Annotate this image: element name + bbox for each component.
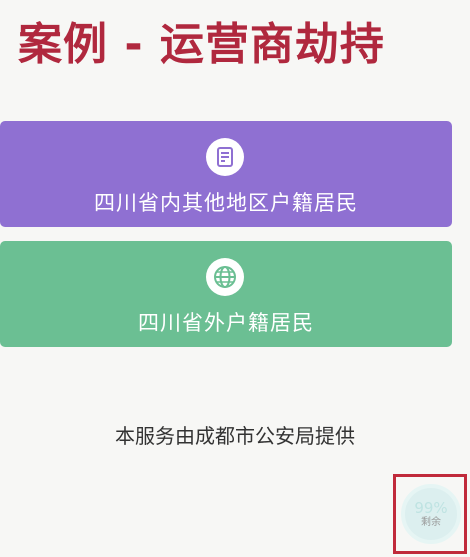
globe-icon — [206, 258, 244, 296]
quota-label: 剩余 — [421, 516, 441, 528]
document-icon — [206, 138, 244, 176]
card-label: 四川省内其他地区户籍居民 — [94, 191, 358, 215]
quota-bubble[interactable]: 99% 剩余 — [401, 484, 461, 544]
service-provider-note: 本服务由成都市公安局提供 — [115, 424, 355, 448]
quota-percent: 99% — [414, 498, 448, 517]
card-label: 四川省外户籍居民 — [138, 311, 314, 335]
card-sichuan-other-regions[interactable]: 四川省内其他地区户籍居民 — [0, 121, 452, 227]
slide-title: 案例 - 运营商劫持 — [18, 19, 385, 70]
card-outside-sichuan[interactable]: 四川省外户籍居民 — [0, 241, 452, 347]
